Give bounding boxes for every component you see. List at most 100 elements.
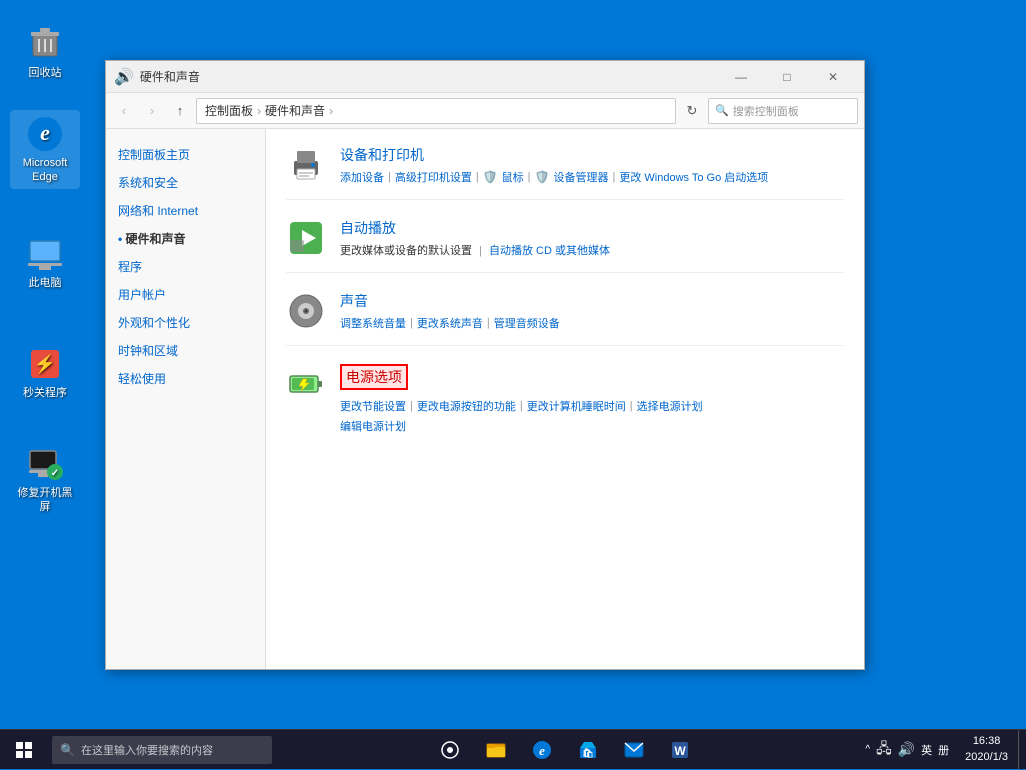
taskbar-clock[interactable]: 16:38 2020/1/3 <box>957 734 1016 765</box>
power-sub: 编辑电源计划 <box>340 418 844 434</box>
autoplay-sub: 更改媒体或设备的默认设置 | 自动播放 CD 或其他媒体 <box>340 242 844 258</box>
systray-volume-icon[interactable]: 🔊 <box>898 741 915 758</box>
systray-network-icon[interactable]: 🖧 <box>876 738 892 762</box>
taskbar-search-text: 在这里输入你要搜索的内容 <box>81 742 213 758</box>
device-printer-links: 添加设备 | 高级打印机设置 | 🛡️ 鼠标 | 🛡️ 设备管理器 | 更改 W… <box>340 169 844 185</box>
link-choose-power-plan[interactable]: 选择电源计划 <box>637 398 703 414</box>
desktop-icon-edge[interactable]: e MicrosoftEdge <box>10 110 80 189</box>
link-windows-to-go[interactable]: 更改 Windows To Go 启动选项 <box>619 169 768 185</box>
link-change-power-saving[interactable]: 更改节能设置 <box>340 398 406 414</box>
systray-expand[interactable]: ^ <box>865 744 870 755</box>
link-change-power-button[interactable]: 更改电源按钮的功能 <box>417 398 516 414</box>
shield-icon-device-manager: 🛡️ <box>535 170 550 184</box>
refresh-button[interactable]: ↻ <box>680 99 704 123</box>
taskbar-explorer-button[interactable] <box>476 730 516 770</box>
start-button[interactable] <box>0 730 48 770</box>
desktop-icon-quickclose[interactable]: ⚡ 秒关程序 <box>10 340 80 404</box>
autoplay-title[interactable]: 自动播放 <box>340 218 844 238</box>
device-printer-title[interactable]: 设备和打印机 <box>340 145 844 165</box>
fixblack-icon-label: 修复开机黑屏 <box>14 486 76 515</box>
power-title[interactable]: 电源选项 <box>340 364 408 390</box>
svg-text:🛍: 🛍 <box>582 747 593 758</box>
search-box[interactable]: 🔍 搜索控制面板 <box>708 98 858 124</box>
address-separator-2: › <box>329 104 333 118</box>
sidebar-item-network[interactable]: 网络和 Internet <box>106 197 265 225</box>
minimize-button[interactable]: — <box>718 61 764 93</box>
link-advanced-printer[interactable]: 高级打印机设置 <box>395 169 472 185</box>
printer-section-icon <box>286 145 326 185</box>
close-button[interactable]: ✕ <box>810 61 856 93</box>
sidebar-item-home[interactable]: 控制面板主页 <box>106 141 265 169</box>
systray-ime[interactable]: 册 <box>938 742 949 758</box>
taskbar-mail-button[interactable] <box>614 730 654 770</box>
link-manage-audio[interactable]: 管理音频设备 <box>494 315 560 331</box>
recycle-icon-label: 回收站 <box>29 66 62 80</box>
window-title-icon: 🔊 <box>114 67 134 87</box>
power-section-icon <box>286 364 326 404</box>
section-device-printer: 设备和打印机 添加设备 | 高级打印机设置 | 🛡️ 鼠标 | 🛡️ 设备管理器… <box>286 145 844 200</box>
window-content: 控制面板主页 系统和安全 网络和 Internet 硬件和声音 程序 用户帐户 … <box>106 129 864 669</box>
link-change-sound[interactable]: 更改系统声音 <box>417 315 483 331</box>
taskbar: 🔍 在这里输入你要搜索的内容 e <box>0 729 1026 769</box>
show-desktop-button[interactable] <box>1018 730 1026 770</box>
device-printer-body: 设备和打印机 添加设备 | 高级打印机设置 | 🛡️ 鼠标 | 🛡️ 设备管理器… <box>340 145 844 185</box>
taskbar-edge-button[interactable]: e <box>522 730 562 770</box>
taskbar-systray: ^ 🖧 🔊 英 册 <box>857 738 957 762</box>
sidebar-item-appearance[interactable]: 外观和个性化 <box>106 309 265 337</box>
search-placeholder: 搜索控制面板 <box>733 103 799 119</box>
fixblack-icon: ✓ <box>25 444 65 484</box>
address-part-controlpanel: 控制面板 <box>205 102 253 119</box>
thispc-icon <box>25 234 65 274</box>
section-autoplay: 自动播放 更改媒体或设备的默认设置 | 自动播放 CD 或其他媒体 <box>286 218 844 273</box>
taskbar-middle: e 🛍 W <box>272 730 857 770</box>
link-add-device[interactable]: 添加设备 <box>340 169 384 185</box>
autoplay-body: 自动播放 更改媒体或设备的默认设置 | 自动播放 CD 或其他媒体 <box>340 218 844 258</box>
sound-title[interactable]: 声音 <box>340 291 844 311</box>
sidebar-item-ease[interactable]: 轻松使用 <box>106 365 265 393</box>
clock-date: 2020/1/3 <box>965 750 1008 765</box>
link-edit-power-plan[interactable]: 编辑电源计划 <box>340 421 406 433</box>
address-separator-1: › <box>257 104 261 118</box>
forward-button[interactable]: › <box>140 99 164 123</box>
window-addressbar: ‹ › ↑ 控制面板 › 硬件和声音 › ↻ 🔍 搜索控制面板 <box>106 93 864 129</box>
sidebar-item-system[interactable]: 系统和安全 <box>106 169 265 197</box>
maximize-button[interactable]: □ <box>764 61 810 93</box>
link-device-manager[interactable]: 设备管理器 <box>553 169 608 185</box>
sidebar-item-programs[interactable]: 程序 <box>106 253 265 281</box>
sound-section-icon <box>286 291 326 331</box>
svg-text:e: e <box>40 120 50 145</box>
up-button[interactable]: ↑ <box>168 99 192 123</box>
taskbar-taskview-button[interactable] <box>430 730 470 770</box>
sidebar-item-user[interactable]: 用户帐户 <box>106 281 265 309</box>
svg-text:W: W <box>674 744 686 758</box>
section-sound: 声音 调整系统音量 | 更改系统声音 | 管理音频设备 <box>286 291 844 346</box>
sidebar-item-hardware: 硬件和声音 <box>106 225 265 253</box>
clock-time: 16:38 <box>973 734 1001 749</box>
svg-text:⚡: ⚡ <box>34 353 56 375</box>
edge-icon-label: MicrosoftEdge <box>23 156 68 185</box>
taskbar-word-button[interactable]: W <box>660 730 700 770</box>
link-mouse[interactable]: 鼠标 <box>502 169 524 185</box>
back-button[interactable]: ‹ <box>112 99 136 123</box>
systray-lang[interactable]: 英 <box>921 742 932 758</box>
thispc-icon-label: 此电脑 <box>29 276 62 290</box>
taskbar-search[interactable]: 🔍 在这里输入你要搜索的内容 <box>52 736 272 764</box>
power-body: 电源选项 更改节能设置 | 更改电源按钮的功能 | 更改计算机睡眠时间 | 选择… <box>340 364 844 434</box>
section-power: 电源选项 更改节能设置 | 更改电源按钮的功能 | 更改计算机睡眠时间 | 选择… <box>286 364 844 448</box>
desktop-icon-fixblack[interactable]: ✓ 修复开机黑屏 <box>10 440 80 519</box>
desktop-icon-recycle[interactable]: 回收站 <box>10 20 80 84</box>
control-panel-window: 🔊 硬件和声音 — □ ✕ ‹ › ↑ 控制面板 › 硬件和声音 › ↻ 🔍 搜… <box>105 60 865 670</box>
taskbar-search-icon: 🔍 <box>60 743 75 757</box>
link-change-sleep-time[interactable]: 更改计算机睡眠时间 <box>527 398 626 414</box>
edge-browser-icon: e <box>25 114 65 154</box>
sidebar-item-clock[interactable]: 时钟和区域 <box>106 337 265 365</box>
link-adjust-volume[interactable]: 调整系统音量 <box>340 315 406 331</box>
address-path[interactable]: 控制面板 › 硬件和声音 › <box>196 98 676 124</box>
desktop-icon-thispc[interactable]: 此电脑 <box>10 230 80 294</box>
sidebar: 控制面板主页 系统和安全 网络和 Internet 硬件和声音 程序 用户帐户 … <box>106 129 266 669</box>
link-autoplay-cd[interactable]: 自动播放 CD 或其他媒体 <box>489 245 610 257</box>
address-part-hardware: 硬件和声音 <box>265 102 325 119</box>
taskbar-store-button[interactable]: 🛍 <box>568 730 608 770</box>
quickclose-icon-label: 秒关程序 <box>23 386 67 400</box>
window-controls: — □ ✕ <box>718 61 856 93</box>
